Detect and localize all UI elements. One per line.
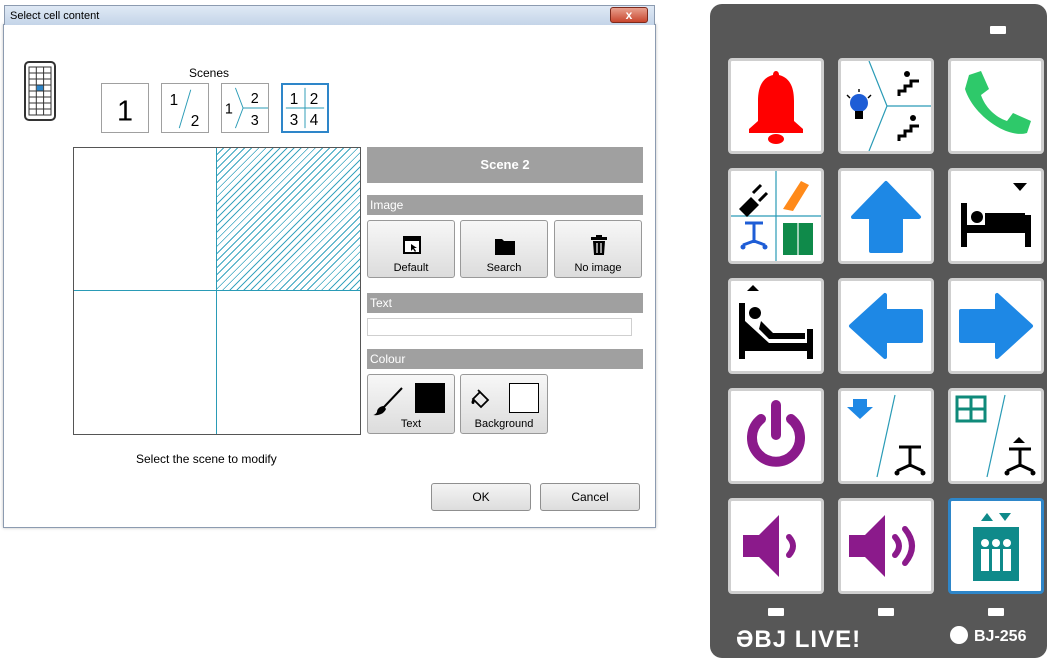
- search-button-label: Search: [486, 262, 522, 274]
- default-button-label: Default: [393, 262, 429, 274]
- scene-3-button[interactable]: 1 2 3: [221, 83, 269, 133]
- key-bell[interactable]: [728, 58, 824, 154]
- scene-3-digit-3: 3: [251, 113, 259, 129]
- window-table-icon: [955, 394, 1036, 478]
- key-arrow-left[interactable]: [838, 278, 934, 374]
- trash-icon: [591, 235, 607, 255]
- key-volume-up[interactable]: [838, 498, 934, 594]
- key-phone[interactable]: [948, 58, 1044, 154]
- brush-icon: [373, 387, 403, 416]
- bottom-led-center: [878, 608, 894, 616]
- background-colour-label: Background: [474, 418, 534, 430]
- key-arrow-up[interactable]: [838, 168, 934, 264]
- volume-up-icon: [849, 515, 915, 577]
- default-window-icon: [403, 236, 421, 254]
- scene-preview-grid: [73, 147, 361, 435]
- dialog-title: Select cell content: [10, 10, 100, 22]
- key-light-stairs[interactable]: [838, 58, 934, 154]
- model-logo-icon: [950, 626, 968, 644]
- bed-recline-icon: [739, 285, 813, 359]
- text-colour-swatch: [415, 383, 445, 413]
- default-image-button[interactable]: Default: [367, 220, 455, 278]
- scenes-label: Scenes: [189, 66, 230, 80]
- scene-4-digit-3: 3: [290, 112, 299, 129]
- bell-icon: [749, 71, 803, 144]
- scene-3-digit-1: 1: [225, 102, 233, 118]
- bottom-led-right: [988, 608, 1004, 616]
- text-colour-button[interactable]: Text: [367, 374, 455, 434]
- scene-4-button[interactable]: 1 2 3 4: [281, 83, 329, 133]
- no-image-button-label: No image: [574, 262, 622, 274]
- model-text: BJ-256: [974, 628, 1027, 645]
- search-image-button[interactable]: Search: [460, 220, 548, 278]
- cell-text-input[interactable]: [367, 318, 632, 336]
- scene-2-digit-2: 2: [191, 113, 200, 130]
- volume-down-icon: [743, 515, 796, 577]
- scene-quadrant-1[interactable]: [74, 148, 217, 291]
- multi-device-icon: [731, 171, 821, 261]
- folder-icon: [495, 239, 515, 255]
- scene-1-button[interactable]: 1: [101, 83, 149, 133]
- light-stairs-icon: [846, 61, 931, 151]
- arrow-right-icon: [959, 293, 1033, 359]
- key-volume-down[interactable]: [728, 498, 824, 594]
- elevator-icon: [973, 513, 1019, 581]
- title-bar: Select cell content x: [4, 5, 655, 25]
- scene-3-digit-2: 2: [251, 91, 259, 107]
- scene-header: Scene 2: [367, 147, 643, 183]
- background-colour-button[interactable]: Background: [460, 374, 548, 434]
- background-colour-swatch: [509, 383, 539, 413]
- hint-text: Select the scene to modify: [136, 452, 277, 466]
- top-led: [990, 26, 1006, 34]
- select-cell-dialog: Select cell content x Scenes 1 1 2 1 2 3: [3, 5, 656, 528]
- key-window-table[interactable]: [948, 388, 1044, 484]
- brand-logo: ƏBJ LIVE!: [736, 626, 862, 653]
- key-arrow-right[interactable]: [948, 278, 1044, 374]
- no-image-button[interactable]: No image: [554, 220, 642, 278]
- scene-quadrant-4[interactable]: [217, 291, 360, 434]
- key-power[interactable]: [728, 388, 824, 484]
- image-section-title: Image: [367, 195, 643, 215]
- phone-grid-icon: [24, 61, 56, 121]
- scene-quadrant-3[interactable]: [74, 291, 217, 434]
- key-bed[interactable]: [948, 168, 1044, 264]
- key-bed-recline[interactable]: [728, 278, 824, 374]
- bj-256-device: ƏBJ LIVE! BJ-256: [710, 4, 1047, 658]
- arrow-up-icon: [851, 181, 921, 253]
- scene-2-button[interactable]: 1 2: [161, 83, 209, 133]
- scene-1-digit: 1: [117, 95, 133, 127]
- scene-2-digit-1: 1: [170, 92, 179, 109]
- bed-icon: [961, 183, 1031, 247]
- text-colour-label: Text: [400, 418, 422, 430]
- paint-bucket-icon: [471, 389, 490, 409]
- scene-4-digit-2: 2: [310, 91, 319, 108]
- power-icon: [747, 400, 805, 467]
- ok-button[interactable]: OK: [431, 483, 531, 511]
- text-section-title: Text: [367, 293, 643, 313]
- colour-section-title: Colour: [367, 349, 643, 369]
- phone-icon: [965, 71, 1031, 134]
- scene-4-digit-4: 4: [310, 112, 319, 129]
- key-elevator[interactable]: [948, 498, 1044, 594]
- arrow-left-icon: [849, 293, 923, 359]
- key-arrow-down-table[interactable]: [838, 388, 934, 484]
- close-button[interactable]: x: [610, 7, 648, 23]
- arrow-down-table-icon: [847, 394, 926, 478]
- model-label: BJ-256: [950, 626, 1026, 646]
- cancel-button[interactable]: Cancel: [540, 483, 640, 511]
- key-multi-device[interactable]: [728, 168, 824, 264]
- bottom-led-left: [768, 608, 784, 616]
- scene-4-digit-1: 1: [290, 91, 299, 108]
- scene-quadrant-2-selected[interactable]: [217, 148, 360, 291]
